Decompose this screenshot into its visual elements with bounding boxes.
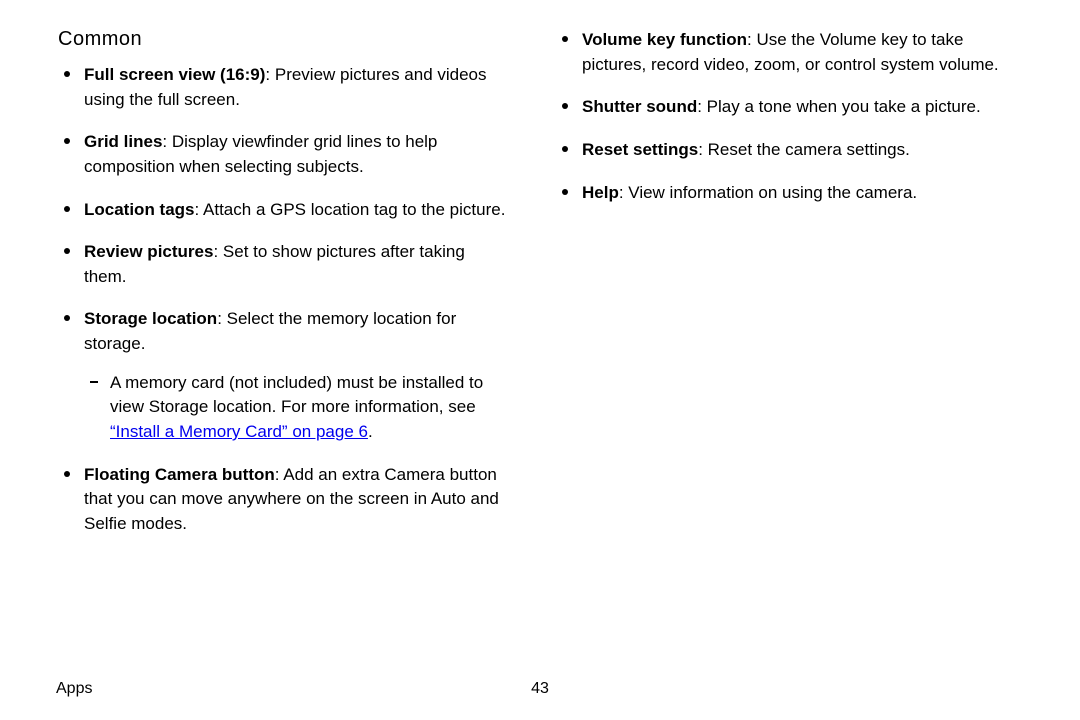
- footer-section: Apps: [56, 680, 92, 698]
- list-item: Grid lines: Display viewfinder grid line…: [84, 130, 506, 179]
- sub-list-item: A memory card (not included) must be ins…: [110, 371, 506, 445]
- term: Review pictures: [84, 242, 213, 261]
- desc: : Reset the camera settings.: [698, 140, 910, 159]
- desc: : Play a tone when you take a picture.: [697, 97, 981, 116]
- right-list: Volume key function: Use the Volume key …: [554, 28, 1004, 205]
- list-item: Floating Camera button: Add an extra Cam…: [84, 463, 506, 537]
- desc: : View information on using the camera.: [619, 183, 917, 202]
- left-list: Full screen view (16:9): Preview picture…: [56, 63, 506, 537]
- footer: Apps 43: [56, 680, 1024, 698]
- sub-pre: A memory card (not included) must be ins…: [110, 373, 483, 417]
- list-item: Full screen view (16:9): Preview picture…: [84, 63, 506, 112]
- list-item: Storage location: Select the memory loca…: [84, 307, 506, 444]
- term: Floating Camera button: [84, 465, 275, 484]
- term: Storage location: [84, 309, 217, 328]
- sub-post: .: [368, 422, 373, 441]
- term: Location tags: [84, 200, 195, 219]
- footer-page-number: 43: [531, 680, 549, 698]
- desc: : Attach a GPS location tag to the pictu…: [195, 200, 506, 219]
- term: Help: [582, 183, 619, 202]
- left-column: Common Full screen view (16:9): Preview …: [56, 28, 506, 555]
- memory-card-link[interactable]: “Install a Memory Card” on page 6: [110, 422, 368, 441]
- list-item: Location tags: Attach a GPS location tag…: [84, 198, 506, 223]
- sub-list: A memory card (not included) must be ins…: [84, 371, 506, 445]
- term: Volume key function: [582, 30, 747, 49]
- term: Full screen view (16:9): [84, 65, 265, 84]
- columns: Common Full screen view (16:9): Preview …: [56, 28, 1024, 555]
- term: Grid lines: [84, 132, 162, 151]
- page: Common Full screen view (16:9): Preview …: [0, 0, 1080, 720]
- list-item: Reset settings: Reset the camera setting…: [582, 138, 1004, 163]
- list-item: Volume key function: Use the Volume key …: [582, 28, 1004, 77]
- list-item: Review pictures: Set to show pictures af…: [84, 240, 506, 289]
- term: Reset settings: [582, 140, 698, 159]
- list-item: Help: View information on using the came…: [582, 181, 1004, 206]
- list-item: Shutter sound: Play a tone when you take…: [582, 95, 1004, 120]
- section-heading: Common: [58, 28, 506, 51]
- term: Shutter sound: [582, 97, 697, 116]
- right-column: Volume key function: Use the Volume key …: [554, 28, 1004, 555]
